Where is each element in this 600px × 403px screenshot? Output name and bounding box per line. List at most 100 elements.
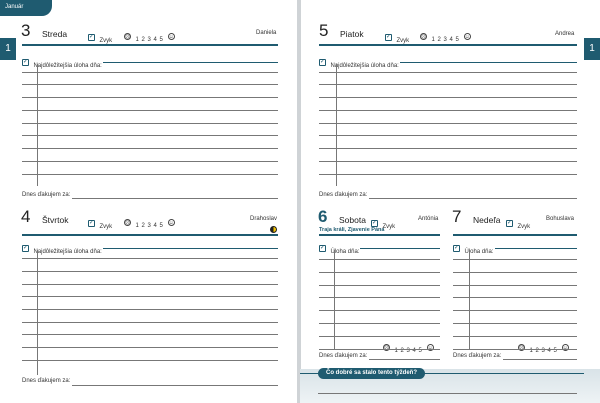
smiley-icon[interactable]: ☺ — [167, 219, 175, 227]
thanks-line[interactable] — [72, 198, 278, 199]
writing-line[interactable] — [319, 161, 577, 162]
writing-line[interactable] — [22, 174, 278, 175]
checkbox-icon[interactable]: ✓ — [22, 59, 29, 67]
writing-line[interactable] — [319, 110, 577, 111]
checkbox-icon[interactable]: ✓ — [319, 245, 326, 253]
thanks-label: Dnes ďakujem za: — [319, 192, 368, 198]
writing-line[interactable] — [22, 258, 278, 259]
writing-line[interactable] — [22, 347, 278, 348]
smiley-icon[interactable]: ☺ — [426, 344, 434, 352]
writing-line[interactable] — [453, 336, 577, 337]
task-label: Najdôležitejšia úloha dňa: — [33, 249, 102, 255]
week-tab-right: 1 — [584, 38, 600, 60]
smiley-icon[interactable]: ☺ — [463, 33, 471, 41]
writing-line[interactable] — [319, 285, 440, 286]
writing-line[interactable] — [22, 309, 278, 310]
writing-line[interactable] — [319, 148, 577, 149]
smiley-icon[interactable]: ☺ — [167, 33, 175, 41]
checkbox-icon[interactable]: ✓ — [385, 34, 392, 42]
task-line[interactable] — [360, 248, 440, 249]
writing-line[interactable] — [319, 123, 577, 124]
rating-scale[interactable]: 1 2 3 4 5 — [431, 37, 459, 43]
writing-line[interactable] — [453, 349, 577, 350]
writing-line[interactable] — [319, 135, 577, 136]
writing-line[interactable] — [22, 123, 278, 124]
thanks-line[interactable] — [503, 359, 577, 360]
writing-line[interactable] — [453, 297, 577, 298]
smiley-icon[interactable]: ☹ — [383, 344, 390, 352]
month-tab: Január — [0, 0, 52, 16]
writing-line[interactable] — [319, 72, 577, 73]
habit-label: Zvyk — [99, 224, 113, 230]
moon-phase-icon — [270, 226, 277, 233]
writing-line[interactable] — [22, 110, 278, 111]
checkbox-icon[interactable]: ✓ — [506, 220, 513, 228]
name-day: Antónia — [418, 216, 439, 222]
day-number: 3 — [21, 21, 31, 40]
thanks-label: Dnes ďakujem za: — [22, 192, 71, 198]
thanks-line[interactable] — [369, 359, 440, 360]
writing-line[interactable] — [319, 174, 577, 175]
writing-line[interactable] — [453, 310, 577, 311]
task-line[interactable] — [103, 62, 278, 63]
writing-line[interactable] — [22, 322, 278, 323]
thanks-line[interactable] — [369, 198, 577, 199]
writing-line[interactable] — [319, 310, 440, 311]
writing-line[interactable] — [22, 161, 278, 162]
day-divider — [453, 234, 577, 236]
writing-line[interactable] — [453, 259, 577, 260]
thanks-line[interactable] — [72, 385, 278, 386]
day-divider — [22, 234, 278, 236]
task-line[interactable] — [495, 248, 577, 249]
writing-line[interactable] — [319, 323, 440, 324]
writing-line[interactable] — [453, 285, 577, 286]
writing-line[interactable] — [453, 272, 577, 273]
checkbox-icon[interactable]: ✓ — [453, 245, 460, 253]
rating-scale[interactable]: 1 2 3 4 5 — [135, 223, 163, 229]
writing-line[interactable] — [22, 97, 278, 98]
writing-line[interactable] — [22, 148, 278, 149]
writing-line[interactable] — [319, 336, 440, 337]
writing-line[interactable] — [22, 296, 278, 297]
writing-line[interactable] — [453, 323, 577, 324]
writing-line[interactable] — [22, 271, 278, 272]
writing-line[interactable] — [319, 97, 577, 98]
checkbox-icon[interactable]: ✓ — [88, 220, 95, 228]
writing-line[interactable] — [319, 297, 440, 298]
habit-label: Zvyk — [517, 224, 531, 230]
writing-line[interactable] — [319, 272, 440, 273]
name-day: Drahoslav — [250, 216, 278, 222]
checkbox-icon[interactable]: ✓ — [88, 34, 95, 42]
writing-line[interactable] — [22, 84, 278, 85]
task-line[interactable] — [103, 248, 278, 249]
margin-line — [469, 250, 470, 350]
smiley-icon[interactable]: ☹ — [124, 33, 131, 41]
checkbox-icon[interactable]: ✓ — [319, 59, 326, 67]
day-name: Štvrtok — [42, 215, 69, 225]
reflection-line[interactable] — [318, 393, 577, 394]
thanks-label: Dnes ďakujem za: — [453, 353, 502, 359]
day-number: 7 — [452, 207, 462, 226]
smiley-icon[interactable]: ☹ — [518, 344, 525, 352]
checkbox-icon[interactable]: ✓ — [22, 245, 29, 253]
writing-line[interactable] — [319, 84, 577, 85]
smiley-icon[interactable]: ☹ — [420, 33, 427, 41]
task-line[interactable] — [400, 62, 577, 63]
writing-line[interactable] — [22, 334, 278, 335]
day-number: 5 — [319, 21, 329, 40]
writing-line[interactable] — [319, 259, 440, 260]
smiley-icon[interactable]: ☹ — [124, 219, 131, 227]
smiley-icon[interactable]: ☺ — [561, 344, 569, 352]
day-number: 4 — [21, 207, 31, 226]
week-tab-left: 1 — [0, 38, 16, 60]
rating-scale[interactable]: 1 2 3 4 5 — [135, 37, 163, 43]
writing-line[interactable] — [22, 360, 278, 361]
holiday-label: Traja králi, Zjavenie Pána — [319, 227, 385, 233]
writing-line[interactable] — [22, 72, 278, 73]
writing-line[interactable] — [319, 349, 440, 350]
writing-line[interactable] — [22, 135, 278, 136]
writing-line[interactable] — [22, 284, 278, 285]
day-number: 6 — [318, 207, 328, 226]
day-name: Piatok — [340, 29, 364, 39]
weekly-question: Čo dobré sa stalo tento týždeň? — [318, 368, 426, 379]
